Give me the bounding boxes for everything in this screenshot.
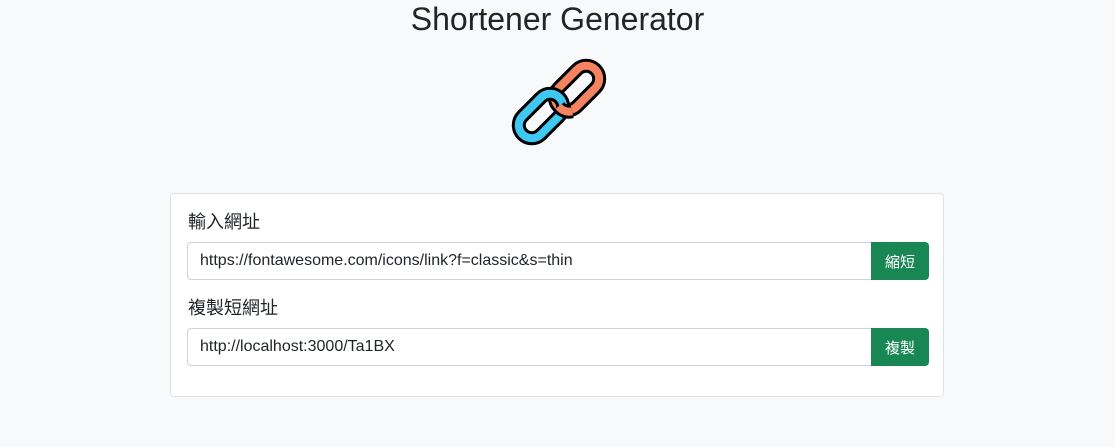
copy-button[interactable]: 複製 <box>871 328 929 366</box>
url-input[interactable] <box>187 242 871 280</box>
page-title: Shortener Generator <box>410 1 705 37</box>
short-url-label: 複製短網址 <box>188 298 278 318</box>
url-input-group: 縮短 <box>187 242 929 280</box>
link-icon <box>511 58 607 146</box>
short-url-input-group: 複製 <box>187 328 929 366</box>
url-label: 輸入網址 <box>188 212 260 232</box>
shorten-button[interactable]: 縮短 <box>871 242 929 280</box>
page: Shortener Generator 輸入網址 縮短 複製短網址 複製 <box>0 0 1115 447</box>
shortener-card: 輸入網址 縮短 複製短網址 複製 <box>170 193 944 397</box>
short-url-input[interactable] <box>187 328 871 366</box>
